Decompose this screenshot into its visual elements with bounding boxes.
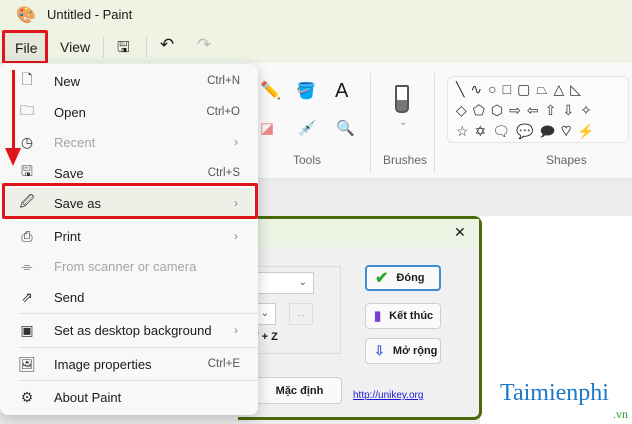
- toolbar: File View 🖫 ↶ ↷: [0, 30, 632, 64]
- watermark-tld: .vn: [613, 407, 628, 421]
- menu-item-shortcut: Ctrl+O: [206, 106, 240, 118]
- red-arrow-head: [5, 148, 21, 166]
- pencil-icon[interactable]: ✏️: [260, 81, 281, 101]
- brushes-group-label: Brushes: [383, 153, 428, 167]
- menu-item-label: About Paint: [54, 389, 122, 405]
- pasted-image-selection[interactable]: ✕ ⌄ ⌄ ... ALT + Z ✔Đóng ▮Kết thúc ⇩Mở rộ…: [228, 216, 482, 420]
- menu-item-send[interactable]: ⇗ Send: [6, 282, 252, 312]
- folder-icon: 🗀: [20, 102, 34, 118]
- menu-item-label: Save: [54, 165, 84, 181]
- menu-item-shortcut: Ctrl+E: [207, 358, 240, 370]
- menu-item-from-scanner-or-camera[interactable]: ⌯ From scanner or camera: [6, 251, 252, 281]
- exit-button[interactable]: ▮ Kết thúc: [365, 303, 441, 329]
- shapes-gallery[interactable]: ╲∿○□▢⏢△◺ ◇⬠⬡⇨⇦⇧⇩✧ ☆✡🗨💬🗩♡⚡: [447, 76, 629, 143]
- browse-button[interactable]: ...: [289, 303, 313, 325]
- menu-item-label: Print: [54, 228, 81, 244]
- close-dialog-button[interactable]: ✔ Đóng: [365, 265, 441, 291]
- menu-item-new[interactable]: 🗋 New Ctrl+N: [6, 66, 252, 96]
- menu-item-set-as-desktop-background[interactable]: ▣ Set as desktop background ›: [6, 315, 252, 345]
- menu-item-label: Set as desktop background: [54, 322, 212, 338]
- shapes-row[interactable]: ☆✡🗨💬🗩♡⚡: [456, 121, 628, 142]
- menu-item-shortcut: Ctrl+N: [207, 75, 240, 87]
- menu-item-label: New: [54, 73, 81, 89]
- brush-icon[interactable]: [395, 85, 409, 113]
- menu-item-image-properties[interactable]: 🖼 Image properties Ctrl+E: [6, 349, 252, 379]
- arrow-down-icon: ⇩: [374, 343, 385, 358]
- share-icon: ⇗: [21, 288, 33, 305]
- color-picker-icon[interactable]: 💉: [298, 119, 317, 137]
- menu-item-print[interactable]: ⎙ Print ›: [6, 221, 252, 251]
- new-file-icon: 🗋: [21, 71, 33, 87]
- file-label: File: [15, 40, 38, 56]
- redo-icon[interactable]: ↷: [197, 35, 211, 55]
- dialog-titlebar: ✕: [238, 219, 479, 247]
- button-label: Mặc định: [275, 384, 324, 397]
- menu-item-open[interactable]: 🗀 Open Ctrl+O: [6, 97, 252, 127]
- save-icon[interactable]: 🖫: [117, 37, 130, 62]
- close-icon: ✕: [454, 224, 466, 240]
- divider: [434, 73, 435, 173]
- divider: [103, 36, 104, 58]
- menu-item-shortcut: Ctrl+S: [207, 167, 240, 179]
- menu-item-label: Send: [54, 289, 85, 305]
- paint-app-icon: 🎨: [16, 7, 36, 24]
- watermark-logo: Taimienphi .vn: [500, 380, 628, 424]
- chevron-right-icon: ›: [234, 229, 238, 243]
- shapes-group-label: Shapes: [546, 153, 587, 167]
- desktop-icon: ▣: [20, 321, 34, 338]
- window-title: Untitled - Paint: [47, 7, 133, 22]
- watermark-brand: Taimienphi: [500, 380, 609, 406]
- expand-button[interactable]: ⇩ Mở rộng: [365, 338, 441, 364]
- fill-icon[interactable]: 🪣: [296, 81, 316, 101]
- undo-icon[interactable]: ↶: [160, 35, 174, 55]
- shapes-row[interactable]: ◇⬠⬡⇨⇦⇧⇩✧: [456, 100, 628, 121]
- red-arrow-shaft: [12, 70, 15, 152]
- save-as-highlight: [2, 183, 258, 219]
- menu-item-about-paint[interactable]: ⚙ About Paint: [6, 382, 252, 412]
- printer-icon: ⎙: [21, 227, 33, 244]
- title-bar: 🎨 Untitled - Paint: [0, 0, 632, 30]
- menu-item-label: From scanner or camera: [54, 258, 197, 274]
- chevron-right-icon: ›: [234, 323, 238, 337]
- menu-separator: [18, 380, 258, 381]
- unikey-link[interactable]: http://unikey.org: [353, 390, 423, 401]
- divider: [370, 73, 371, 173]
- chevron-right-icon: ›: [234, 135, 238, 149]
- button-label: Đóng: [396, 272, 425, 284]
- menu-separator: [18, 313, 258, 314]
- menu-item-recent[interactable]: ◷ Recent ›: [6, 127, 252, 157]
- button-label: Mở rộng: [392, 345, 438, 357]
- scanner-icon: ⌯: [21, 257, 33, 274]
- image-properties-icon: 🖼: [18, 355, 36, 372]
- gear-icon: ⚙: [20, 388, 34, 405]
- button-label: Kết thúc: [389, 310, 434, 322]
- file-menu-button[interactable]: File: [2, 30, 48, 64]
- magnifier-icon[interactable]: 🔍: [336, 119, 355, 137]
- tools-group-label: Tools: [293, 153, 322, 167]
- shapes-row[interactable]: ╲∿○□▢⏢△◺: [456, 79, 628, 100]
- menu-item-label: Image properties: [54, 356, 152, 372]
- check-icon: ✔: [375, 270, 389, 287]
- view-menu-button[interactable]: View: [60, 39, 90, 55]
- door-icon: ▮: [374, 308, 382, 323]
- eraser-icon[interactable]: ◪: [260, 119, 274, 137]
- menu-item-label: Open: [54, 104, 86, 120]
- text-icon[interactable]: A: [335, 80, 348, 103]
- menu-separator: [18, 347, 258, 348]
- divider: [146, 36, 147, 58]
- chevron-down-icon[interactable]: ⌄: [399, 117, 407, 128]
- menu-item-label: Recent: [54, 134, 96, 150]
